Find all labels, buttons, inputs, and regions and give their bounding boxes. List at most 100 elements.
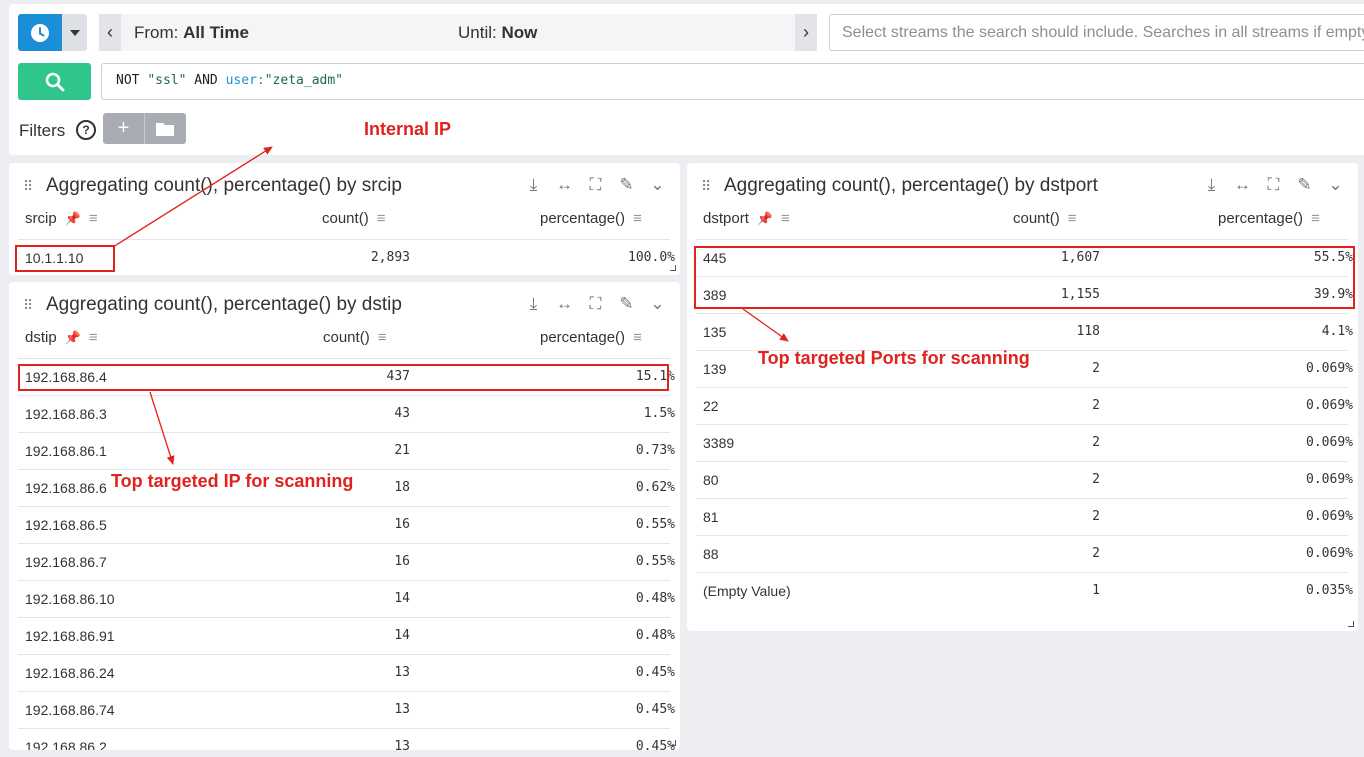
cell-dstip: 192.168.86.2 bbox=[25, 739, 107, 750]
sort-icon[interactable]: ≡ bbox=[633, 210, 642, 227]
cell-count: 14 bbox=[394, 628, 410, 643]
cell-dstip: 192.168.86.74 bbox=[25, 702, 115, 718]
caret-down-icon bbox=[69, 29, 80, 36]
edit-icon[interactable]: ✎ bbox=[616, 294, 637, 314]
time-range-prev-button[interactable]: ‹ bbox=[99, 14, 121, 51]
sort-icon[interactable]: ≡ bbox=[89, 210, 98, 227]
cell-dstport: 139 bbox=[703, 361, 727, 377]
table-row: 80 2 0.069% bbox=[696, 461, 1353, 498]
search-icon bbox=[45, 72, 64, 91]
expand-width-icon[interactable]: ↔ bbox=[554, 175, 575, 195]
fullscreen-icon[interactable]: ⛶ bbox=[1263, 175, 1284, 195]
cell-dstport: 135 bbox=[703, 324, 727, 340]
cell-percentage: 0.62% bbox=[635, 480, 675, 495]
table-row: 22 2 0.069% bbox=[696, 387, 1353, 424]
download-icon[interactable]: ⤓ bbox=[1201, 175, 1222, 195]
chevron-down-icon[interactable]: ⌄ bbox=[647, 294, 668, 314]
column-header-count[interactable]: count() ≡ bbox=[322, 210, 385, 227]
resize-handle[interactable] bbox=[670, 740, 676, 746]
column-header-percentage[interactable]: percentage() ≡ bbox=[540, 210, 642, 227]
cell-percentage: 0.069% bbox=[1306, 546, 1353, 561]
expand-width-icon[interactable]: ↔ bbox=[1232, 175, 1253, 195]
chevron-down-icon[interactable]: ⌄ bbox=[647, 175, 668, 195]
column-header-percentage[interactable]: percentage() ≡ bbox=[540, 329, 642, 346]
sort-icon[interactable]: ≡ bbox=[89, 329, 98, 346]
drag-handle-icon[interactable]: ⠿ bbox=[701, 178, 711, 195]
fullscreen-icon[interactable]: ⛶ bbox=[585, 175, 606, 195]
sort-icon[interactable]: ≡ bbox=[377, 210, 386, 227]
chevron-right-icon: › bbox=[803, 22, 809, 42]
streams-select[interactable]: Select streams the search should include… bbox=[829, 14, 1364, 51]
widget-dstport: ⠿ Aggregating count(), percentage() by d… bbox=[687, 163, 1358, 631]
fullscreen-icon[interactable]: ⛶ bbox=[585, 294, 606, 314]
drag-handle-icon[interactable]: ⠿ bbox=[23, 178, 33, 195]
time-range-bar: ‹ From: All Time Until: Now › bbox=[99, 14, 817, 51]
pin-icon[interactable]: 📌 bbox=[65, 211, 81, 227]
table-row: (Empty Value) 1 0.035% bbox=[696, 572, 1353, 609]
time-range-until[interactable]: Until: Now bbox=[458, 23, 537, 43]
edit-icon[interactable]: ✎ bbox=[1294, 175, 1315, 195]
download-icon[interactable]: ⤓ bbox=[523, 175, 544, 195]
time-range-dropdown-button[interactable] bbox=[62, 14, 87, 51]
widget-actions: ⤓ ↔ ⛶ ✎ ⌄ bbox=[523, 294, 668, 314]
annotation-top-ports: Top targeted Ports for scanning bbox=[758, 348, 1030, 368]
chevron-down-icon[interactable]: ⌄ bbox=[1325, 175, 1346, 195]
load-filter-button[interactable] bbox=[144, 113, 185, 144]
cell-percentage: 0.069% bbox=[1306, 509, 1353, 524]
cell-percentage: 0.73% bbox=[635, 443, 675, 458]
sort-icon[interactable]: ≡ bbox=[378, 329, 387, 346]
resize-handle[interactable] bbox=[670, 265, 676, 271]
cell-count: 18 bbox=[394, 480, 410, 495]
column-header-count[interactable]: count() ≡ bbox=[1013, 210, 1076, 227]
cell-percentage: 0.069% bbox=[1306, 361, 1353, 376]
help-icon[interactable]: ? bbox=[76, 120, 96, 140]
folder-icon bbox=[156, 122, 174, 136]
widget-actions: ⤓ ↔ ⛶ ✎ ⌄ bbox=[523, 175, 668, 195]
table-row: 88 2 0.069% bbox=[696, 535, 1353, 572]
time-range-next-button[interactable]: › bbox=[795, 14, 817, 51]
table-row: 192.168.86.3 43 1.5% bbox=[18, 395, 675, 432]
edit-icon[interactable]: ✎ bbox=[616, 175, 637, 195]
cell-count: 16 bbox=[394, 554, 410, 569]
clock-icon bbox=[31, 23, 49, 42]
widget-dstip: ⠿ Aggregating count(), percentage() by d… bbox=[9, 282, 680, 750]
cell-dstip: 192.168.86.1 bbox=[25, 443, 107, 459]
cell-count: 2 bbox=[1092, 509, 1100, 524]
download-icon[interactable]: ⤓ bbox=[523, 294, 544, 314]
highlight-top-ports bbox=[694, 246, 1355, 309]
add-filter-button[interactable]: + bbox=[103, 113, 144, 144]
table-row: 192.168.86.7 16 0.55% bbox=[18, 543, 675, 580]
table-row: 192.168.86.74 13 0.45% bbox=[18, 691, 675, 728]
cell-dstip: 192.168.86.91 bbox=[25, 628, 115, 644]
search-query-input[interactable]: NOT "ssl" AND user:"zeta_adm" bbox=[101, 63, 1364, 100]
highlight-internal-ip bbox=[15, 245, 115, 272]
cell-count: 2 bbox=[1092, 398, 1100, 413]
sort-icon[interactable]: ≡ bbox=[633, 329, 642, 346]
pin-icon[interactable]: 📌 bbox=[65, 330, 81, 346]
column-header-percentage[interactable]: percentage() ≡ bbox=[1218, 210, 1320, 227]
sort-icon[interactable]: ≡ bbox=[1311, 210, 1320, 227]
column-header-count[interactable]: count() ≡ bbox=[323, 329, 386, 346]
column-header-dstport[interactable]: dstport 📌 ≡ bbox=[703, 210, 790, 227]
cell-count: 13 bbox=[394, 739, 410, 750]
cell-dstport: 80 bbox=[703, 472, 719, 488]
time-range-type-button[interactable] bbox=[18, 14, 62, 51]
table-row: 81 2 0.069% bbox=[696, 498, 1353, 535]
column-header-srcip[interactable]: srcip 📌 ≡ bbox=[25, 210, 98, 227]
cell-percentage: 1.5% bbox=[643, 406, 675, 421]
sort-icon[interactable]: ≡ bbox=[781, 210, 790, 227]
time-range-from[interactable]: From: All Time bbox=[134, 23, 249, 43]
resize-handle[interactable] bbox=[1348, 621, 1354, 627]
widget-actions: ⤓ ↔ ⛶ ✎ ⌄ bbox=[1201, 175, 1346, 195]
cell-percentage: 100.0% bbox=[628, 250, 675, 265]
cell-percentage: 0.48% bbox=[635, 628, 675, 643]
expand-width-icon[interactable]: ↔ bbox=[554, 294, 575, 314]
drag-handle-icon[interactable]: ⠿ bbox=[23, 297, 33, 314]
pin-icon[interactable]: 📌 bbox=[757, 211, 773, 227]
table-row: 192.168.86.5 16 0.55% bbox=[18, 506, 675, 543]
sort-icon[interactable]: ≡ bbox=[1068, 210, 1077, 227]
cell-count: 21 bbox=[394, 443, 410, 458]
cell-count: 2 bbox=[1092, 546, 1100, 561]
search-button[interactable] bbox=[18, 63, 91, 100]
column-header-dstip[interactable]: dstip 📌 ≡ bbox=[25, 329, 98, 346]
